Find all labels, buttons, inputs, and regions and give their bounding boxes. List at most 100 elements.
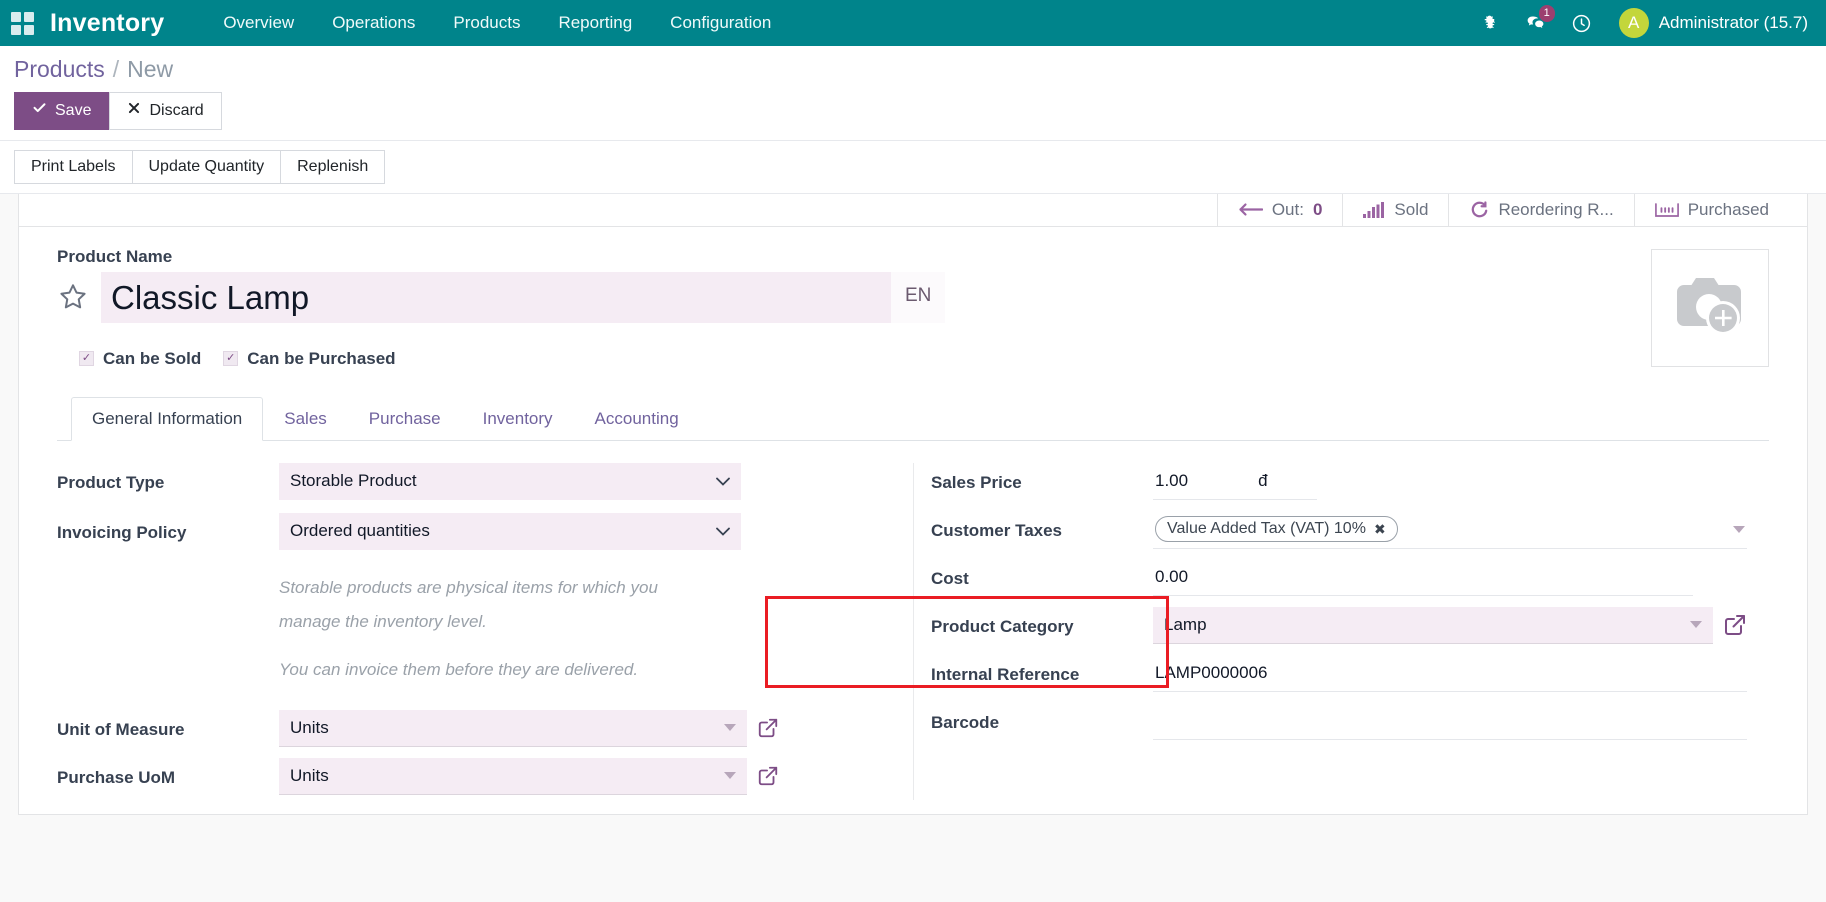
hint-spacer bbox=[57, 569, 279, 579]
right-column: Sales Price 1.00 đ Customer Taxes bbox=[913, 463, 1769, 800]
replenish-button[interactable]: Replenish bbox=[280, 150, 385, 184]
menu-item-products[interactable]: Products bbox=[434, 1, 539, 45]
check-icon: ✓ bbox=[223, 351, 238, 366]
invoicing-policy-select[interactable]: Ordered quantities bbox=[279, 513, 741, 550]
caret-down-icon[interactable] bbox=[1733, 526, 1745, 533]
product-category-m2o: Lamp bbox=[1153, 607, 1747, 644]
product-type-value-wrap: Storable Product bbox=[279, 463, 891, 500]
smart-button-sold[interactable]: Sold bbox=[1342, 194, 1448, 226]
hint-line-2: manage the inventory level. bbox=[279, 603, 779, 637]
sales-price-input[interactable]: 1.00 đ bbox=[1153, 463, 1317, 500]
camera-add-icon bbox=[1670, 270, 1750, 345]
title-left-block: Product Name Classic Lamp EN ✓ bbox=[57, 247, 1651, 369]
unit-of-measure-label: Unit of Measure bbox=[57, 710, 279, 740]
breadcrumb-item-new: New bbox=[127, 56, 173, 83]
product-name-input[interactable]: Classic Lamp bbox=[101, 272, 891, 323]
external-link-icon[interactable] bbox=[1723, 613, 1747, 637]
smart-button-reordering-rules[interactable]: Reordering R... bbox=[1448, 194, 1633, 226]
external-link-icon[interactable] bbox=[757, 717, 779, 739]
product-category-value-wrap: Lamp bbox=[1153, 607, 1747, 644]
messages-badge: 1 bbox=[1539, 5, 1555, 22]
product-form-sheet: Out: 0 Sold Reordering R... bbox=[18, 194, 1808, 815]
sales-price-value-wrap: 1.00 đ bbox=[1153, 463, 1747, 500]
caret-down-icon bbox=[724, 772, 736, 779]
unit-of-measure-input[interactable]: Units bbox=[279, 710, 747, 747]
bug-icon[interactable] bbox=[1467, 0, 1513, 46]
field-purchase-uom: Purchase UoM Units bbox=[57, 758, 891, 800]
messages-icon[interactable]: 1 bbox=[1513, 0, 1559, 46]
field-unit-of-measure: Unit of Measure Units bbox=[57, 710, 891, 752]
tab-general-information[interactable]: General Information bbox=[71, 397, 263, 441]
field-barcode: Barcode bbox=[931, 703, 1747, 745]
invoicing-policy-selected-value: Ordered quantities bbox=[290, 521, 430, 541]
breadcrumb-separator: / bbox=[113, 56, 119, 83]
internal-reference-input[interactable]: LAMP0000006 bbox=[1153, 655, 1747, 692]
customer-taxes-value-wrap: Value Added Tax (VAT) 10% ✖ bbox=[1153, 511, 1747, 549]
cost-label: Cost bbox=[931, 559, 1153, 589]
save-button[interactable]: Save bbox=[14, 92, 109, 130]
tag-vat-10[interactable]: Value Added Tax (VAT) 10% ✖ bbox=[1155, 516, 1398, 542]
breadcrumb-item-products[interactable]: Products bbox=[14, 56, 105, 83]
product-type-select[interactable]: Storable Product bbox=[279, 463, 741, 500]
menu-item-configuration[interactable]: Configuration bbox=[651, 1, 790, 45]
tag-label: Value Added Tax (VAT) 10% bbox=[1167, 520, 1366, 538]
apps-grid-icon[interactable] bbox=[10, 11, 34, 35]
breadcrumb: Products / New bbox=[14, 56, 1812, 83]
internal-reference-value-wrap: LAMP0000006 bbox=[1153, 655, 1747, 692]
smart-button-purchased[interactable]: Purchased bbox=[1634, 194, 1789, 226]
refresh-icon bbox=[1469, 201, 1489, 219]
app-brand-inventory[interactable]: Inventory bbox=[50, 9, 164, 38]
form-notebook-tabs: General Information Sales Purchase Inven… bbox=[57, 397, 1769, 441]
customer-taxes-label: Customer Taxes bbox=[931, 511, 1153, 541]
print-labels-button[interactable]: Print Labels bbox=[14, 150, 133, 184]
language-badge-en[interactable]: EN bbox=[891, 272, 945, 323]
caret-down-icon bbox=[1690, 621, 1702, 628]
purchase-uom-m2o: Units bbox=[279, 758, 779, 795]
tab-sales[interactable]: Sales bbox=[263, 397, 348, 441]
tab-purchase[interactable]: Purchase bbox=[348, 397, 462, 441]
update-quantity-button[interactable]: Update Quantity bbox=[132, 150, 282, 184]
avatar: A bbox=[1619, 8, 1649, 38]
chevron-down-icon bbox=[716, 523, 730, 539]
user-menu[interactable]: A Administrator (15.7) bbox=[1605, 8, 1812, 38]
purchase-uom-value-wrap: Units bbox=[279, 758, 891, 795]
smart-button-out[interactable]: Out: 0 bbox=[1217, 194, 1343, 226]
menu-item-overview[interactable]: Overview bbox=[204, 1, 313, 45]
x-icon[interactable]: ✖ bbox=[1374, 521, 1386, 538]
star-outline-icon[interactable] bbox=[57, 281, 89, 313]
hint-line-1: Storable products are physical items for… bbox=[279, 569, 779, 603]
product-category-value: Lamp bbox=[1164, 615, 1207, 635]
field-invoicing-policy: Invoicing Policy Ordered quantities bbox=[57, 513, 891, 555]
chevron-down-icon bbox=[716, 473, 730, 489]
tab-accounting[interactable]: Accounting bbox=[574, 397, 700, 441]
unit-of-measure-m2o: Units bbox=[279, 710, 779, 747]
barcode-input[interactable] bbox=[1153, 703, 1747, 740]
product-image-upload[interactable] bbox=[1651, 249, 1769, 367]
customer-taxes-input[interactable]: Value Added Tax (VAT) 10% ✖ bbox=[1153, 511, 1747, 549]
product-type-hint: Storable products are physical items for… bbox=[57, 569, 891, 686]
hint-line-3: You can invoice them before they are del… bbox=[279, 651, 779, 685]
external-link-icon[interactable] bbox=[757, 765, 779, 787]
discard-button-label: Discard bbox=[149, 100, 203, 122]
checkbox-can-be-sold[interactable]: ✓ Can be Sold bbox=[79, 349, 201, 369]
discard-button[interactable]: Discard bbox=[109, 92, 221, 130]
top-navbar: Inventory Overview Operations Products R… bbox=[0, 0, 1826, 46]
checkbox-can-be-purchased[interactable]: ✓ Can be Purchased bbox=[223, 349, 395, 369]
sales-price-label: Sales Price bbox=[931, 463, 1153, 493]
general-information-panel: Product Type Storable Product Invoicing bbox=[57, 463, 1769, 800]
menu-item-reporting[interactable]: Reporting bbox=[539, 1, 651, 45]
clock-icon[interactable] bbox=[1559, 0, 1605, 46]
menu-item-operations[interactable]: Operations bbox=[313, 1, 434, 45]
field-sales-price: Sales Price 1.00 đ bbox=[931, 463, 1747, 505]
tab-inventory[interactable]: Inventory bbox=[462, 397, 574, 441]
cost-input[interactable]: 0.00 bbox=[1153, 559, 1693, 596]
product-category-input[interactable]: Lamp bbox=[1153, 607, 1713, 644]
field-product-category: Product Category Lamp bbox=[931, 607, 1747, 649]
left-column: Product Type Storable Product Invoicing bbox=[57, 463, 913, 800]
navbar-right-tools: 1 A Administrator (15.7) bbox=[1467, 0, 1812, 46]
title-row: Product Name Classic Lamp EN ✓ bbox=[57, 247, 1769, 369]
save-button-label: Save bbox=[55, 100, 91, 122]
barcode-icon bbox=[1655, 202, 1679, 218]
purchase-uom-input[interactable]: Units bbox=[279, 758, 747, 795]
form-scroll-area: Out: 0 Sold Reordering R... bbox=[0, 194, 1826, 902]
